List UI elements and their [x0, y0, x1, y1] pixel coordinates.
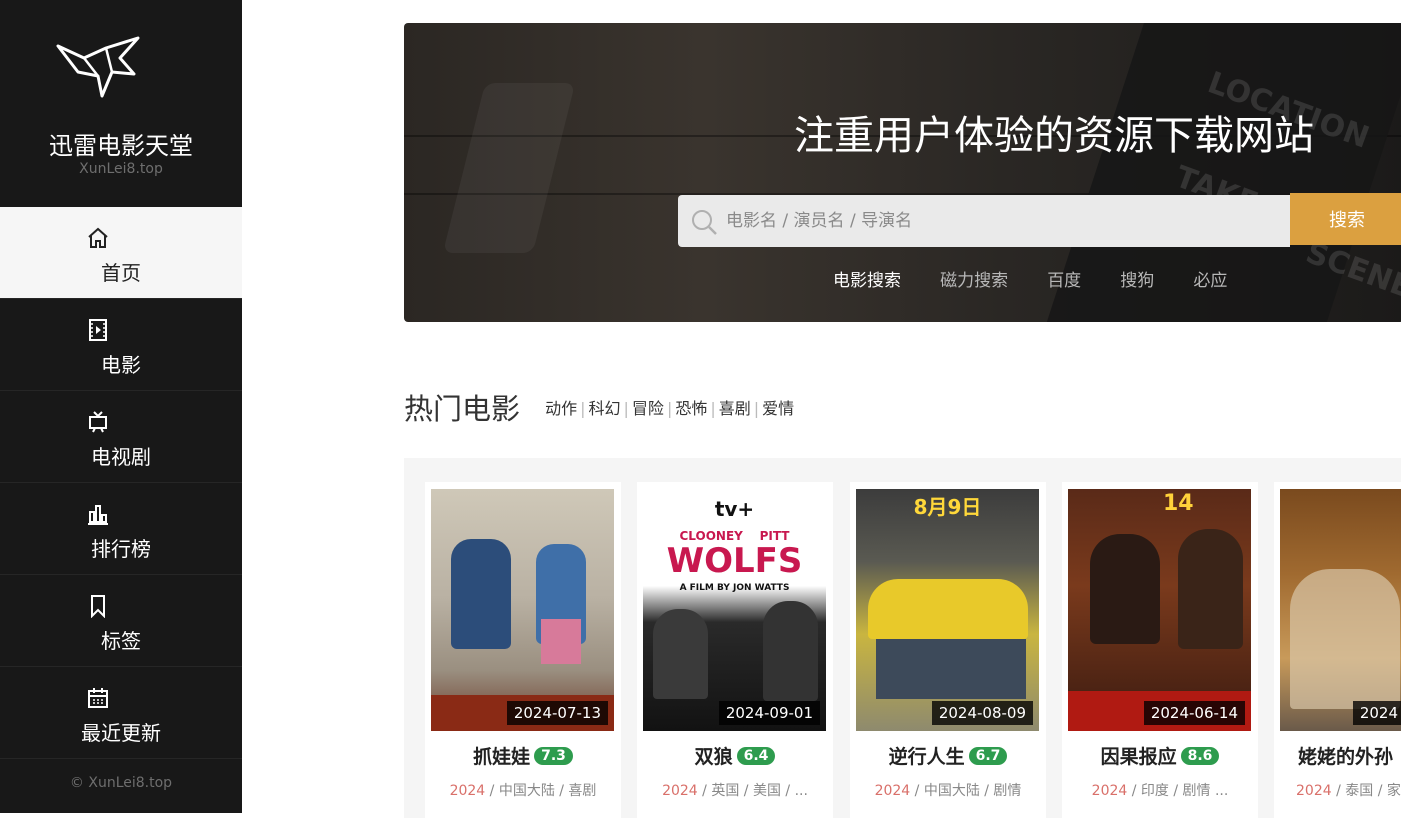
poster-date-text: 8月9日 [913, 495, 982, 519]
release-date: 2024-09-01 [718, 701, 820, 725]
category-scifi[interactable]: 科幻 [589, 399, 621, 418]
bird-logo-icon [56, 36, 140, 98]
section-title[interactable]: 热门电影 [404, 386, 520, 428]
poster-brand: tv+ [714, 497, 755, 521]
separator: | [623, 399, 629, 418]
poster-crowd [1290, 569, 1400, 709]
movie-meta: 2024 / 英国 / 美国 / ... [662, 783, 808, 799]
release-date: 2024-07-13 [506, 701, 608, 725]
bookmark-icon [91, 595, 105, 618]
category-adventure[interactable]: 冒险 [632, 399, 664, 418]
movie-poster[interactable]: tv+ CLOONEY PITT WOLFS A FILM BY JON WAT… [643, 489, 826, 731]
nav-label: 首页 [101, 261, 141, 285]
movie-poster[interactable]: 8月9日 2024-08-09 [856, 489, 1039, 731]
engine-sogou[interactable]: 搜狗 [1120, 266, 1154, 291]
movie-title[interactable]: 因果报应 8.6 [1062, 742, 1258, 769]
hero-banner: LOCATION TAKE SCENE 注重用户体验的资源下载网站 搜索 电影搜… [404, 23, 1401, 322]
poster-figure [451, 539, 511, 649]
category-comedy[interactable]: 喜剧 [719, 399, 751, 418]
calendar-icon [88, 688, 108, 708]
score-badge: 6.4 [736, 747, 776, 765]
nav-label: 电影 [101, 353, 141, 377]
site-name: 迅雷电影天堂 [49, 132, 193, 160]
movie-card[interactable]: 2024-07-13 抓娃娃 7.3 2024 / 中国大陆 / 喜剧 [425, 482, 621, 822]
nav-label: 电视剧 [91, 445, 151, 469]
banner-decoration [442, 83, 576, 253]
nav-item-tv[interactable]: 电视剧 [0, 391, 242, 483]
search-icon [692, 210, 717, 235]
nav-label: 标签 [101, 629, 141, 653]
score-badge: 7.3 [534, 747, 573, 765]
nav-item-recent[interactable]: 最近更新 [0, 667, 242, 759]
category-horror[interactable]: 恐怖 [675, 399, 707, 418]
hot-movies-header: 热门电影 动作 | 科幻 | 冒险 | 恐怖 | 喜剧 | 爱情 [404, 386, 794, 428]
poster-crowd [868, 579, 1028, 639]
brand[interactable]: 迅雷电影天堂 XunLei8.top [0, 0, 242, 207]
poster-figure [541, 619, 581, 664]
movie-poster[interactable]: 14 2024-06-14 [1068, 489, 1251, 731]
separator: | [753, 399, 760, 418]
poster-figure [653, 609, 708, 699]
category-action[interactable]: 动作 [545, 399, 577, 418]
poster-figure [763, 601, 818, 701]
separator: | [580, 399, 586, 418]
movie-title[interactable]: 逆行人生 6.7 [850, 742, 1046, 769]
poster-crowd [876, 639, 1026, 699]
movie-card[interactable]: 2024 姥姥的外孙 2024 / 泰国 / 家... [1274, 482, 1401, 822]
copyright: © XunLei8.top [69, 775, 173, 791]
site-domain: XunLei8.top [79, 161, 163, 177]
movie-poster[interactable]: 2024-07-13 [431, 489, 614, 731]
movie-card[interactable]: 8月9日 2024-08-09 逆行人生 6.7 2024 / 中国大陆 / 剧情 [850, 482, 1046, 822]
movie-title[interactable]: 抓娃娃 7.3 [425, 742, 621, 769]
poster-figure [1090, 534, 1160, 644]
poster-title: WOLFS [666, 541, 803, 581]
score-badge: 6.7 [968, 747, 1008, 765]
nav-item-home[interactable]: 首页 [0, 207, 242, 299]
release-date: 2024-06-14 [1143, 701, 1245, 725]
movie-title[interactable]: 双狼 6.4 [637, 742, 833, 769]
movie-meta: 2024 / 中国大陆 / 喜剧 [449, 783, 597, 799]
bar-chart-icon [88, 505, 108, 525]
search-box [678, 195, 1290, 247]
category-links: 动作 | 科幻 | 冒险 | 恐怖 | 喜剧 | 爱情 [545, 395, 794, 419]
separator: | [666, 399, 673, 418]
engine-magnet-search[interactable]: 磁力搜索 [940, 266, 1008, 291]
nav-label: 排行榜 [91, 537, 151, 561]
search-input[interactable] [726, 195, 1286, 247]
movie-poster[interactable]: 2024 [1280, 489, 1401, 731]
movie-card[interactable]: 14 2024-06-14 因果报应 8.6 2024 / 印度 / 剧情 ... [1062, 482, 1258, 822]
score-badge: 8.6 [1180, 747, 1220, 765]
release-date: 2024-08-09 [931, 701, 1033, 725]
separator: | [710, 399, 716, 418]
poster-number: 14 [1163, 491, 1194, 516]
nav-item-ranking[interactable]: 排行榜 [0, 483, 242, 575]
movie-meta: 2024 / 印度 / 剧情 ... [1091, 783, 1229, 799]
poster-figure [1178, 529, 1243, 649]
film-icon [89, 319, 107, 341]
category-romance[interactable]: 爱情 [762, 399, 794, 418]
nav-item-movies[interactable]: 电影 [0, 299, 242, 391]
nav-label: 最近更新 [81, 721, 161, 745]
movie-meta: 2024 / 泰国 / 家... [1296, 783, 1401, 799]
engine-movie-search[interactable]: 电影搜索 [833, 266, 901, 291]
poster-credit: A FILM BY JON WATTS [679, 583, 790, 593]
nav-item-tags[interactable]: 标签 [0, 575, 242, 667]
home-icon [88, 227, 108, 248]
movie-title[interactable]: 姥姥的外孙 [1298, 742, 1401, 769]
search-engine-tabs: 电影搜索 磁力搜索 百度 搜狗 必应 [833, 266, 1261, 291]
sidebar: 迅雷电影天堂 XunLei8.top 首页 电影 电视剧 排行榜 标签 最近更新… [0, 0, 242, 813]
engine-baidu[interactable]: 百度 [1047, 266, 1081, 291]
release-date: 2024 [1352, 701, 1401, 725]
movie-card[interactable]: tv+ CLOONEY PITT WOLFS A FILM BY JON WAT… [637, 482, 833, 822]
engine-bing[interactable]: 必应 [1193, 266, 1227, 291]
tv-icon [89, 411, 107, 433]
movie-meta: 2024 / 中国大陆 / 剧情 [874, 783, 1022, 799]
hero-title: 注重用户体验的资源下载网站 [794, 113, 1314, 159]
search-button[interactable]: 搜索 [1290, 193, 1401, 245]
